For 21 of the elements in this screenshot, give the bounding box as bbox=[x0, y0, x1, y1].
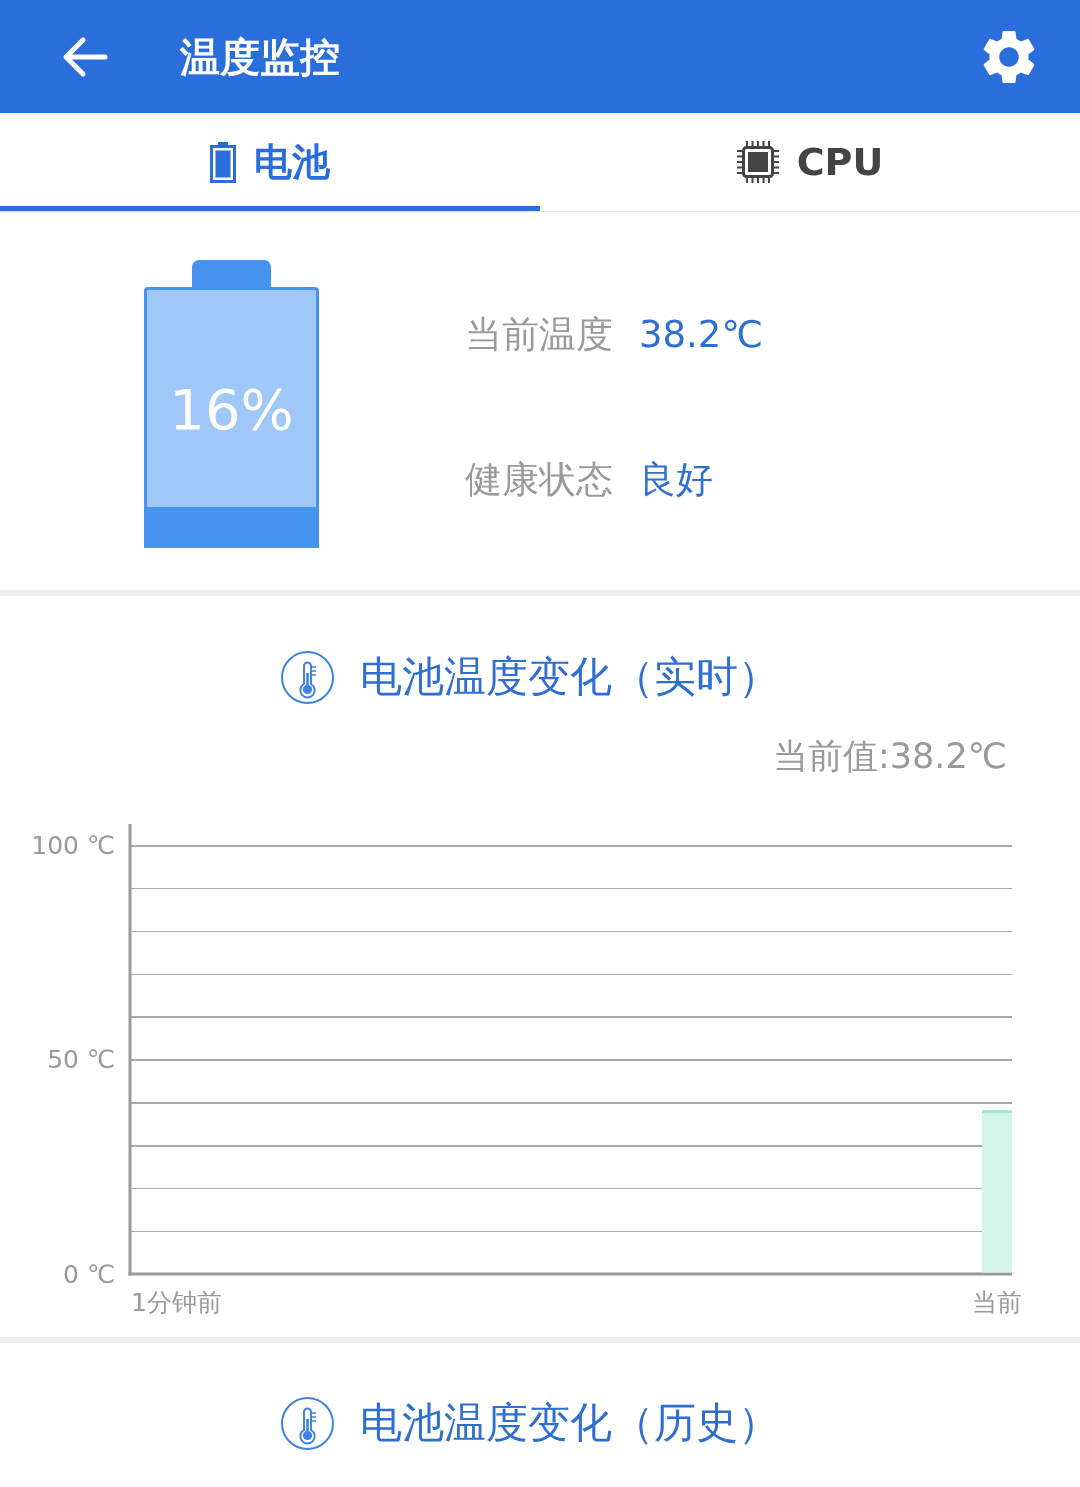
app-title: 温度监控 bbox=[180, 32, 341, 82]
section-title: 电池温度变化（历史） bbox=[359, 1397, 780, 1449]
x-tick-label: 1分钟前 bbox=[131, 1287, 222, 1317]
thermometer-icon bbox=[280, 650, 334, 704]
tab[interactable]: CPU bbox=[540, 113, 1080, 211]
stat-value: 38.2℃ bbox=[639, 312, 763, 358]
x-tick-label: 当前 bbox=[972, 1287, 1022, 1317]
battery-percent: 16% bbox=[169, 378, 294, 442]
section-title: 电池温度变化（实时） bbox=[359, 651, 780, 703]
y-tick-label: 50 ℃ bbox=[47, 1045, 115, 1075]
chip-icon bbox=[736, 141, 779, 183]
stat-label: 当前温度 bbox=[465, 312, 613, 358]
y-tick-label: 100 ℃ bbox=[31, 830, 115, 860]
current-value: 当前值:38.2℃ bbox=[772, 735, 1007, 778]
stat-value: 良好 bbox=[639, 457, 713, 503]
thermometer-icon bbox=[280, 1396, 334, 1450]
y-tick-label: 0 ℃ bbox=[63, 1259, 115, 1289]
stat-label: 健康状态 bbox=[465, 457, 613, 503]
battery-icon bbox=[210, 141, 236, 183]
settings-icon[interactable] bbox=[983, 30, 1035, 83]
tab[interactable]: 电池 bbox=[0, 113, 540, 211]
